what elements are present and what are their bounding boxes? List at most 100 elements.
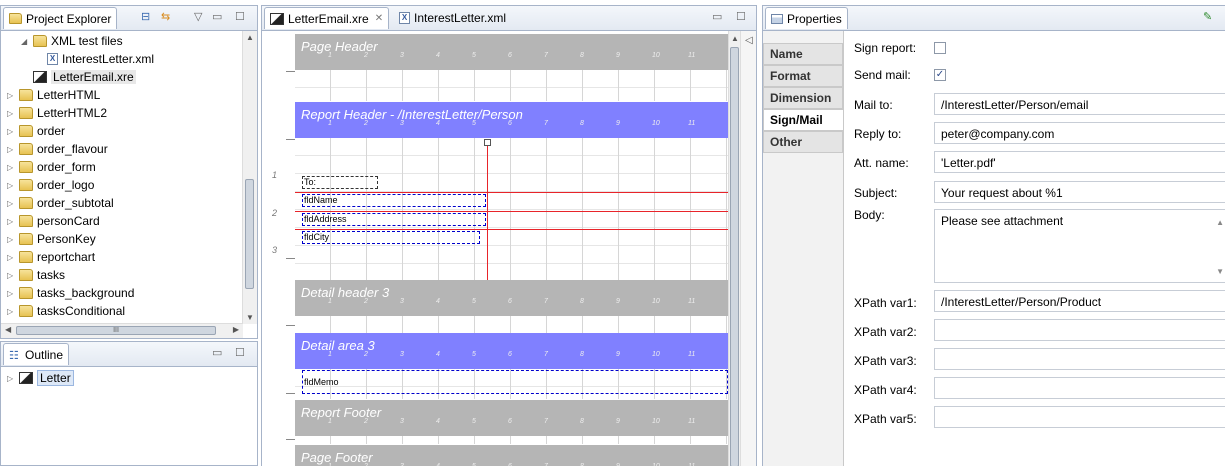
xpath-var1-field[interactable]: /InterestLetter/Person/Product	[934, 290, 1225, 312]
tree-item[interactable]: X InterestLetter.xml	[35, 50, 154, 68]
tree-item[interactable]: ▷ tasks	[7, 266, 65, 284]
field-fldname[interactable]: fldName	[302, 194, 486, 207]
tab-interestletter-xml[interactable]: X InterestLetter.xml	[394, 7, 511, 29]
field-fldaddress[interactable]: fldAddress	[302, 213, 486, 226]
tree-item[interactable]: ▷ LetterHTML2	[7, 104, 107, 122]
xpath-var5-label: XPath var5:	[854, 412, 917, 426]
tab-outline[interactable]: ☷ Outline	[3, 343, 70, 365]
field-fldcity[interactable]: fldCity	[302, 231, 480, 244]
xpath-var4-field[interactable]	[934, 377, 1225, 399]
att-name-field[interactable]: 'Letter.pdf'	[934, 151, 1225, 173]
side-tab-name[interactable]: Name	[763, 43, 843, 65]
scroll-left-arrow-icon[interactable]: ◀	[5, 325, 11, 334]
tab-properties[interactable]: Properties	[765, 7, 848, 29]
tree-item[interactable]: ◢ XML test files	[21, 32, 123, 50]
detail-header-area[interactable]	[295, 316, 728, 333]
tree-item[interactable]: ▷ order_form	[7, 158, 96, 176]
ruler-number: 9	[616, 298, 620, 305]
ruler-number: 11	[688, 298, 696, 305]
expand-arrow-icon[interactable]: ▷	[7, 145, 17, 154]
field-to[interactable]: To:	[302, 176, 378, 189]
tree-item[interactable]: ▷ tasks_background	[7, 284, 134, 302]
tree-item[interactable]: LetterEmail.xre	[21, 68, 136, 86]
xpath-var2-field[interactable]	[934, 319, 1225, 341]
tree-item[interactable]: ▷ order_flavour	[7, 140, 108, 158]
ruler-number: 2	[364, 120, 368, 127]
sign-report-checkbox[interactable]	[934, 42, 946, 54]
minimize-icon[interactable]: ▭	[212, 10, 222, 23]
send-mail-checkbox[interactable]: ✓	[934, 69, 946, 81]
minimize-icon[interactable]: ▭	[712, 10, 722, 23]
scroll-up-arrow-icon[interactable]: ▲	[246, 33, 254, 42]
tree-item[interactable]: ▷ order	[7, 122, 65, 140]
view-menu-icon[interactable]: ▽	[194, 10, 202, 23]
expand-arrow-icon[interactable]: ▷	[7, 307, 17, 316]
expand-arrow-icon[interactable]: ▷	[7, 235, 17, 244]
vertical-guide-line[interactable]	[487, 145, 488, 280]
folder-icon	[19, 125, 33, 137]
ruler-number: 8	[580, 52, 584, 59]
tree-item[interactable]: ▷ PersonKey	[7, 230, 96, 248]
project-explorer-vscrollbar[interactable]: ▲ ▼	[242, 31, 257, 324]
tab-letteremail-xre[interactable]: LetterEmail.xre ✕	[264, 7, 390, 29]
side-tab-format[interactable]: Format	[763, 65, 843, 87]
reply-to-field[interactable]: peter@company.com	[934, 122, 1225, 144]
field-fldmemo[interactable]: fldMemo	[302, 370, 728, 394]
report-header-area[interactable]	[295, 138, 728, 280]
horizontal-guide-line[interactable]	[295, 192, 728, 193]
report-design-canvas[interactable]: 1 2 3 Page Header Report Header - /Inter…	[262, 31, 728, 466]
report-footer-area[interactable]	[295, 436, 728, 444]
body-scroll-down-icon[interactable]: ▼	[1216, 267, 1224, 276]
outline-item-letter[interactable]: ▷ Letter	[7, 369, 74, 387]
expand-arrow-icon[interactable]: ▷	[7, 271, 17, 280]
tree-item[interactable]: ▷ tasksConditional	[7, 302, 125, 320]
close-tab-icon[interactable]: ✕	[375, 13, 383, 24]
xpath-var5-field[interactable]	[934, 406, 1225, 428]
resize-handle[interactable]	[484, 139, 491, 146]
maximize-icon[interactable]: ☐	[235, 10, 245, 23]
page-header-area[interactable]	[295, 70, 728, 101]
maximize-icon[interactable]: ☐	[736, 10, 746, 23]
tree-item[interactable]: ▷ order_logo	[7, 176, 94, 194]
collapse-palette-icon[interactable]: ◁	[745, 35, 753, 46]
side-tab-sign-mail[interactable]: Sign/Mail	[763, 109, 843, 131]
expand-arrow-icon[interactable]: ▷	[7, 127, 17, 136]
subject-field[interactable]: Your request about %1	[934, 181, 1225, 203]
expand-arrow-icon[interactable]: ▷	[7, 181, 17, 190]
tree-item[interactable]: ▷ reportchart	[7, 248, 95, 266]
tree-item[interactable]: ▷ personCard	[7, 212, 100, 230]
expand-arrow-icon[interactable]: ▷	[7, 289, 17, 298]
tree-item[interactable]: ▷ LetterHTML	[7, 86, 100, 104]
expand-arrow-icon[interactable]: ▷	[7, 217, 17, 226]
expand-arrow-icon[interactable]: ▷	[7, 374, 17, 383]
side-tab-other[interactable]: Other	[763, 131, 843, 153]
xpath-var3-field[interactable]	[934, 348, 1225, 370]
expand-arrow-icon[interactable]: ▷	[7, 163, 17, 172]
collapse-all-icon[interactable]: ⊟	[141, 10, 150, 23]
horizontal-guide-line[interactable]	[295, 229, 728, 230]
maximize-icon[interactable]: ☐	[235, 346, 245, 359]
tree-item[interactable]: ▷ order_subtotal	[7, 194, 114, 212]
project-explorer-hscrollbar[interactable]: ◀ III ▶	[1, 323, 243, 338]
minimize-icon[interactable]: ▭	[212, 346, 222, 359]
horizontal-guide-line[interactable]	[295, 211, 728, 212]
side-ruler-number: 1	[272, 170, 278, 180]
scroll-up-arrow-icon[interactable]: ▲	[731, 34, 739, 43]
scroll-thumb[interactable]	[730, 47, 739, 466]
scroll-right-arrow-icon[interactable]: ▶	[233, 325, 239, 334]
tab-project-explorer[interactable]: Project Explorer	[3, 7, 118, 29]
expand-arrow-icon[interactable]: ▷	[7, 109, 17, 118]
scroll-thumb[interactable]	[245, 179, 254, 289]
side-tab-dimension[interactable]: Dimension	[763, 87, 843, 109]
mail-to-field[interactable]: /InterestLetter/Person/email	[934, 93, 1225, 115]
hscroll-thumb[interactable]: III	[16, 326, 216, 335]
expand-arrow-icon[interactable]: ▷	[7, 91, 17, 100]
scroll-down-arrow-icon[interactable]: ▼	[246, 313, 254, 322]
body-scroll-up-icon[interactable]: ▲	[1216, 218, 1224, 227]
expand-arrow-icon[interactable]: ▷	[7, 199, 17, 208]
collapse-arrow-icon[interactable]: ◢	[21, 37, 31, 46]
expand-arrow-icon[interactable]: ▷	[7, 253, 17, 262]
link-with-editor-icon[interactable]: ⇆	[161, 10, 170, 23]
body-textarea[interactable]: Please see attachment ▲ ▼	[934, 209, 1225, 283]
pin-to-selection-icon[interactable]: ✎	[1203, 10, 1212, 23]
